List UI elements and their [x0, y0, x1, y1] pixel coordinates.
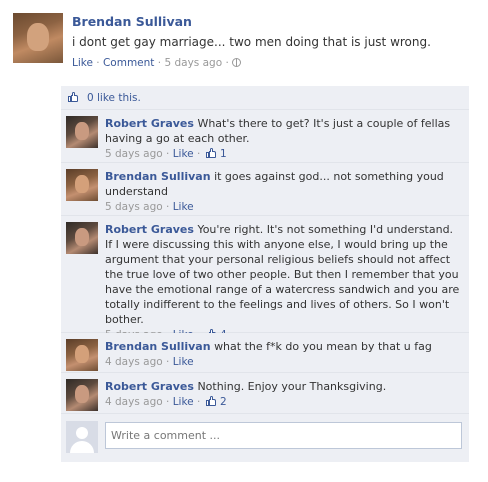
thumbs-up-icon	[205, 148, 217, 158]
comment-author-avatar[interactable]	[66, 339, 98, 371]
comment-item: Robert Graves Nothing. Enjoy your Thanks…	[61, 373, 469, 414]
comment-like-link[interactable]: Like	[173, 201, 194, 213]
likes-summary-row: 0 like this.	[61, 86, 469, 110]
thumbs-up-icon	[205, 396, 217, 406]
comment-like-link[interactable]: Like	[173, 148, 194, 160]
comment-like-link[interactable]: Like	[173, 356, 194, 368]
comment-text: You're right. It's not something I'd und…	[105, 223, 460, 326]
comment-like-link[interactable]: Like	[173, 396, 194, 408]
comment-author-name[interactable]: Robert Graves	[105, 380, 194, 393]
comment-item: Robert Graves What's there to get? It's …	[61, 110, 469, 163]
comment-author-name[interactable]: Robert Graves	[105, 117, 194, 130]
post-like-link[interactable]: Like	[72, 57, 93, 69]
comment-author-avatar[interactable]	[66, 379, 98, 411]
comment-input[interactable]	[105, 422, 462, 449]
post-author-avatar[interactable]	[13, 13, 63, 63]
comment-like-count[interactable]: 2	[220, 396, 227, 408]
comment-timestamp[interactable]: 4 days ago	[105, 356, 163, 368]
comments-panel: 0 like this. Robert Graves What's there …	[61, 86, 469, 462]
comment-timestamp[interactable]: 5 days ago	[105, 148, 163, 160]
post-comment-link[interactable]: Comment	[103, 57, 154, 69]
comment-text: Nothing. Enjoy your Thanksgiving.	[197, 380, 387, 393]
post-text: i dont get gay marriage... two men doing…	[72, 35, 431, 49]
comment-author-name[interactable]: Robert Graves	[105, 223, 194, 236]
comment-author-name[interactable]: Brendan Sullivan	[105, 170, 211, 183]
globe-icon[interactable]	[232, 58, 242, 67]
comment-author-avatar[interactable]	[66, 222, 98, 254]
likes-summary-text[interactable]: 0 like this.	[87, 92, 141, 104]
default-profile-icon	[66, 421, 98, 453]
post-author-name[interactable]: Brendan Sullivan	[72, 14, 192, 29]
comment-item: Brendan Sullivan it goes against god... …	[61, 163, 469, 216]
comment-item: Robert Graves You're right. It's not som…	[61, 216, 469, 341]
post-meta: Like · Comment · 5 days ago ·	[72, 57, 242, 69]
post-timestamp[interactable]: 5 days ago	[164, 57, 222, 69]
write-comment-row	[61, 414, 469, 462]
comment-timestamp[interactable]: 4 days ago	[105, 396, 163, 408]
comment-item: Brendan Sullivan what the f*k do you mea…	[61, 333, 469, 373]
comment-text: what the f*k do you mean by that u fag	[214, 340, 432, 353]
thumbs-up-icon	[68, 92, 79, 102]
comment-author-name[interactable]: Brendan Sullivan	[105, 340, 211, 353]
comment-author-avatar[interactable]	[66, 116, 98, 148]
comment-author-avatar[interactable]	[66, 169, 98, 201]
comment-like-count[interactable]: 1	[220, 148, 227, 160]
comment-timestamp[interactable]: 5 days ago	[105, 201, 163, 213]
